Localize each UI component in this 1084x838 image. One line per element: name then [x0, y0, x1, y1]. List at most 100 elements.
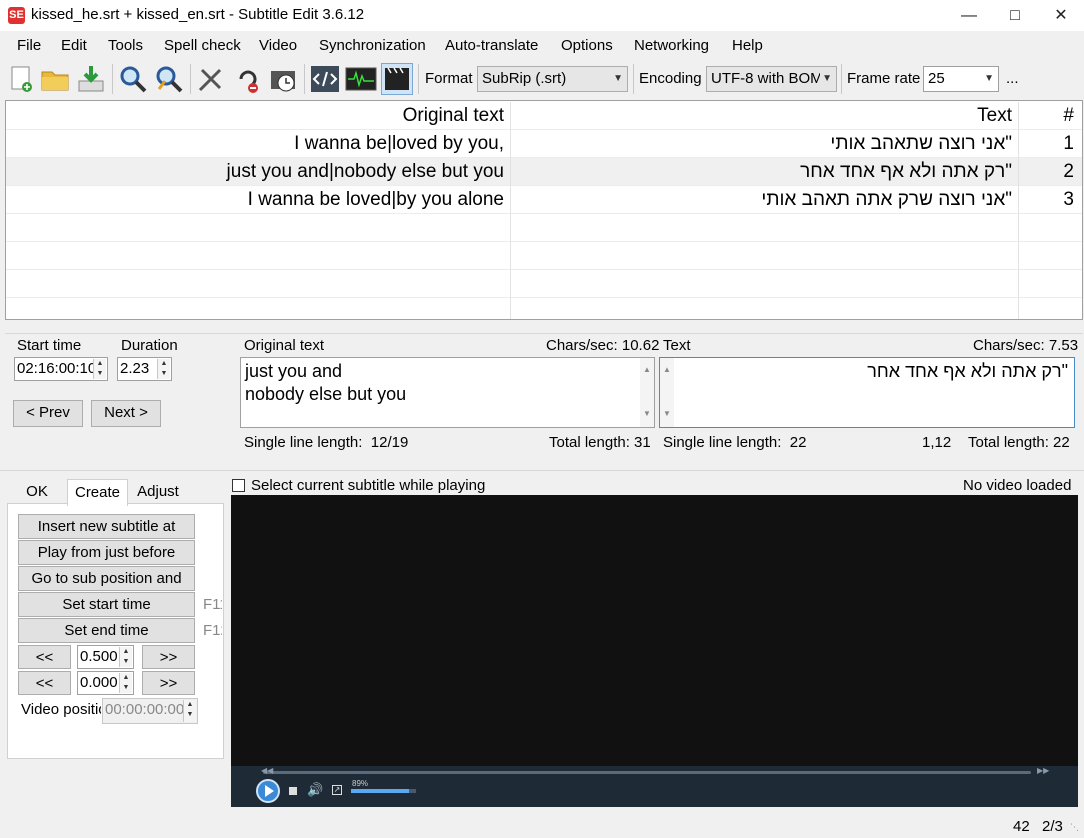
video-position-input[interactable]: 00:00:00:00 ▲ ▼ — [102, 698, 198, 724]
format-value: SubRip (.srt) — [482, 70, 567, 87]
header-original-text[interactable]: Original text — [6, 102, 511, 130]
row-number: 3 — [1063, 189, 1074, 210]
text-box[interactable]: "רק אתה ולא אף אחד אחר ▲ ▼ — [659, 357, 1075, 428]
fast-forward-icon[interactable]: ▶▶ — [1037, 766, 1049, 775]
no-video-loaded-label: No video loaded — [963, 477, 1072, 494]
menu-file[interactable]: File — [17, 37, 41, 54]
play-from-just-before-button[interactable]: Play from just before — [18, 540, 195, 565]
menu-bar: File Edit Tools Spell check Video Synchr… — [0, 33, 1084, 59]
menu-spell-check[interactable]: Spell check — [164, 37, 241, 54]
header-text[interactable]: Text — [512, 102, 1019, 130]
text-single-line-length: Single line length: 22 — [663, 434, 807, 451]
table-row[interactable]: just you and|nobody else but you "רק אתה… — [6, 158, 1082, 186]
format-select[interactable]: SubRip (.srt) ▼ — [477, 66, 628, 92]
spin-arrows-icon[interactable]: ▲ ▼ — [157, 359, 170, 379]
maximize-button[interactable]: □ — [992, 0, 1038, 31]
step-forward-button-2[interactable]: >> — [142, 671, 195, 695]
step-back-button-2[interactable]: << — [18, 671, 71, 695]
divider — [5, 333, 1083, 334]
original-line-1: just you and — [245, 361, 343, 381]
window-title: kissed_he.srt + kissed_en.srt - Subtitle… — [31, 6, 365, 23]
rewind-icon[interactable]: ◀◀ — [261, 766, 273, 775]
chevron-down-icon: ▼ — [820, 67, 832, 91]
step-back-button[interactable]: << — [18, 645, 71, 669]
spin-arrows-icon[interactable]: ▲ ▼ — [93, 359, 106, 379]
scrollbar[interactable]: ▲ ▼ — [640, 358, 654, 427]
set-end-time-button[interactable]: Set end time — [18, 618, 195, 643]
prev-button[interactable]: < Prev — [13, 400, 83, 427]
tab-ok[interactable]: OK — [9, 479, 65, 505]
start-time-input[interactable]: 02:16:00:10 ▲ ▼ — [14, 357, 108, 381]
replace-icon[interactable] — [153, 63, 185, 95]
select-current-subtitle-checkbox[interactable] — [232, 479, 245, 492]
play-button[interactable] — [256, 779, 280, 803]
tools-icon[interactable] — [195, 63, 227, 95]
go-to-sub-position-button[interactable]: Go to sub position and — [18, 566, 195, 591]
subtitle-grid[interactable]: Original text Text # I wanna be|loved by… — [5, 100, 1083, 320]
menu-options[interactable]: Options — [561, 37, 613, 54]
new-file-icon[interactable] — [5, 63, 37, 95]
set-end-shortcut: F12 — [203, 622, 222, 639]
menu-networking[interactable]: Networking — [634, 37, 709, 54]
tab-create[interactable]: Create — [67, 479, 128, 506]
menu-tools[interactable]: Tools — [108, 37, 143, 54]
fullscreen-icon[interactable]: ↗ — [332, 785, 342, 795]
menu-edit[interactable]: Edit — [61, 37, 87, 54]
row-number: 2 — [1063, 161, 1074, 182]
source-view-icon[interactable] — [309, 63, 341, 95]
set-start-time-button[interactable]: Set start time — [18, 592, 195, 617]
sync-clock-icon[interactable] — [267, 63, 299, 95]
seek-bar[interactable] — [263, 771, 1031, 774]
frame-rate-select[interactable]: 25 ▼ — [923, 66, 999, 92]
next-button[interactable]: Next > — [91, 400, 161, 427]
spin-arrows-icon[interactable]: ▲ ▼ — [119, 673, 132, 693]
spin-arrows-icon[interactable]: ▲ ▼ — [183, 700, 196, 722]
encoding-select[interactable]: UTF-8 with BOM ▼ — [706, 66, 837, 92]
video-player-controls: ◀◀ ▶▶ 🔊 ↗ 89% — [231, 766, 1078, 807]
volume-icon[interactable]: 🔊 — [307, 782, 323, 798]
video-clapper-icon[interactable] — [381, 63, 413, 95]
find-icon[interactable] — [117, 63, 149, 95]
video-screen[interactable] — [231, 495, 1078, 807]
more-button[interactable]: ... — [1006, 70, 1019, 87]
divider — [0, 470, 1084, 471]
grid-header: Original text Text # — [6, 102, 1082, 130]
insert-new-subtitle-button[interactable]: Insert new subtitle at — [18, 514, 195, 539]
step-size-input[interactable]: 0.500 ▲ ▼ — [77, 645, 134, 669]
chevron-down-icon: ▼ — [613, 73, 623, 84]
encoding-value: UTF-8 with BOM — [711, 70, 823, 87]
text-chars-per-sec: Chars/sec: 7.53 — [973, 337, 1079, 354]
row-text: "אני רוצה שתאהב אותי — [512, 130, 1019, 158]
step-forward-button[interactable]: >> — [142, 645, 195, 669]
status-line-number: 42 — [1013, 818, 1030, 835]
duration-input[interactable]: 2.23 ▲ ▼ — [117, 357, 172, 381]
volume-slider[interactable] — [351, 789, 416, 793]
menu-help[interactable]: Help — [732, 37, 763, 54]
menu-synchronization[interactable]: Synchronization — [319, 37, 426, 54]
stop-icon[interactable] — [289, 787, 297, 795]
resize-grip-icon[interactable]: ⋱ — [1070, 822, 1079, 833]
row-original: just you and|nobody else but you — [6, 158, 511, 186]
spin-arrows-icon[interactable]: ▲ ▼ — [119, 647, 132, 667]
header-number[interactable]: # — [1020, 102, 1082, 130]
step-size-input-2[interactable]: 0.000 ▲ ▼ — [77, 671, 134, 695]
minimize-button[interactable]: — — [946, 0, 992, 31]
hearing-impaired-icon[interactable] — [231, 63, 263, 95]
row-original: I wanna be|loved by you, — [6, 130, 511, 158]
table-row[interactable]: I wanna be loved|by you alone "אני רוצה … — [6, 186, 1082, 214]
title-bar: SE kissed_he.srt + kissed_en.srt - Subti… — [0, 0, 1084, 31]
open-folder-icon[interactable] — [39, 63, 71, 95]
original-text-box[interactable]: just you and nobody else but you ▲ ▼ — [240, 357, 655, 428]
text-line-1: "רק אתה ולא אף אחד אחר — [867, 361, 1068, 381]
table-row[interactable]: I wanna be|loved by you, "אני רוצה שתאהב… — [6, 130, 1082, 158]
status-position: 2/3 — [1042, 818, 1063, 835]
scrollbar[interactable]: ▲ ▼ — [660, 358, 674, 427]
close-button[interactable]: ✕ — [1038, 0, 1084, 31]
menu-auto-translate[interactable]: Auto-translate — [445, 37, 538, 54]
menu-video[interactable]: Video — [259, 37, 297, 54]
app-logo-icon: SE — [8, 7, 25, 24]
format-label: Format — [425, 70, 473, 87]
tab-adjust[interactable]: Adjust — [130, 479, 186, 505]
save-download-icon[interactable] — [75, 63, 107, 95]
waveform-icon[interactable] — [345, 63, 377, 95]
